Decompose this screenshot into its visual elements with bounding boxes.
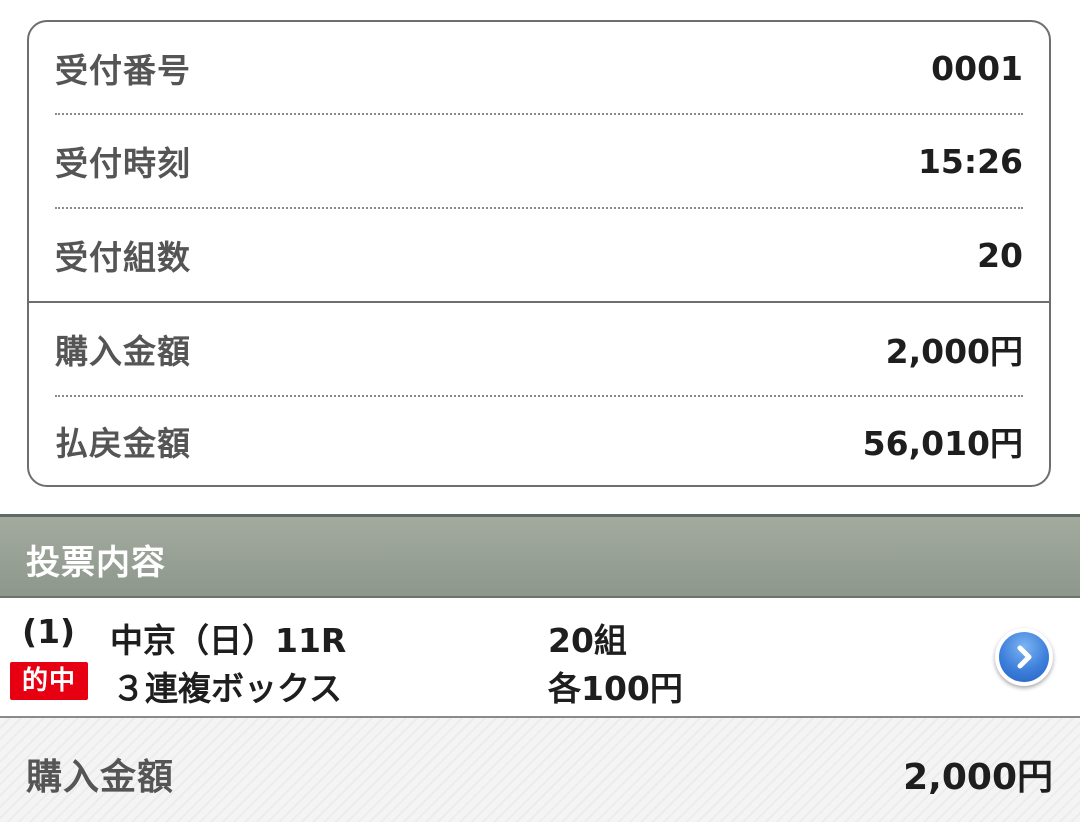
receipt-count-value: 20: [977, 235, 1023, 275]
receipt-time-label: 受付時刻: [55, 144, 191, 183]
receipt-time-row: 受付時刻 15:26: [29, 115, 1049, 207]
payout-amount-row: 払戻金額 56,010円: [29, 397, 1049, 485]
chevron-right-circle-icon: [999, 632, 1049, 682]
bet-detail-button[interactable]: [995, 628, 1053, 686]
bet-index: (1): [22, 612, 76, 651]
receipt-number-value: 0001: [931, 48, 1023, 88]
receipt-count-row: 受付組数 20: [29, 209, 1049, 301]
receipt-count-label: 受付組数: [55, 238, 191, 277]
hit-badge: 的中: [10, 662, 88, 700]
bet-race: 中京（日）11R: [110, 621, 347, 660]
section-title: 投票内容: [26, 543, 166, 583]
purchase-amount-value: 2,000円: [885, 332, 1023, 371]
receipt-number-label: 受付番号: [55, 51, 191, 90]
bet-entry[interactable]: (1) 中京（日）11R 20組 的中 ３連複ボックス 各100円: [0, 598, 1080, 718]
receipt-page: 受付番号 0001 受付時刻 15:26 受付組数 20 購入金額 2,000円…: [0, 0, 1080, 822]
receipt-time-value: 15:26: [917, 141, 1023, 181]
purchase-total-footer: 購入金額 2,000円: [0, 718, 1080, 822]
payout-amount-label: 払戻金額: [55, 424, 191, 463]
receipt-summary-card: 受付番号 0001 受付時刻 15:26 受付組数 20 購入金額 2,000円…: [27, 20, 1051, 487]
bet-combinations: 20組: [548, 621, 627, 660]
receipt-number-row: 受付番号 0001: [29, 22, 1049, 114]
total-label: 購入金額: [26, 757, 175, 798]
bet-type: ３連複ボックス: [112, 669, 343, 708]
purchase-amount-row: 購入金額 2,000円: [29, 303, 1049, 395]
bet-unit-price: 各100円: [548, 669, 683, 708]
payout-amount-value: 56,010円: [862, 424, 1023, 463]
total-value: 2,000円: [903, 757, 1053, 798]
vote-content-header: 投票内容: [0, 514, 1080, 598]
purchase-amount-label: 購入金額: [55, 332, 191, 371]
